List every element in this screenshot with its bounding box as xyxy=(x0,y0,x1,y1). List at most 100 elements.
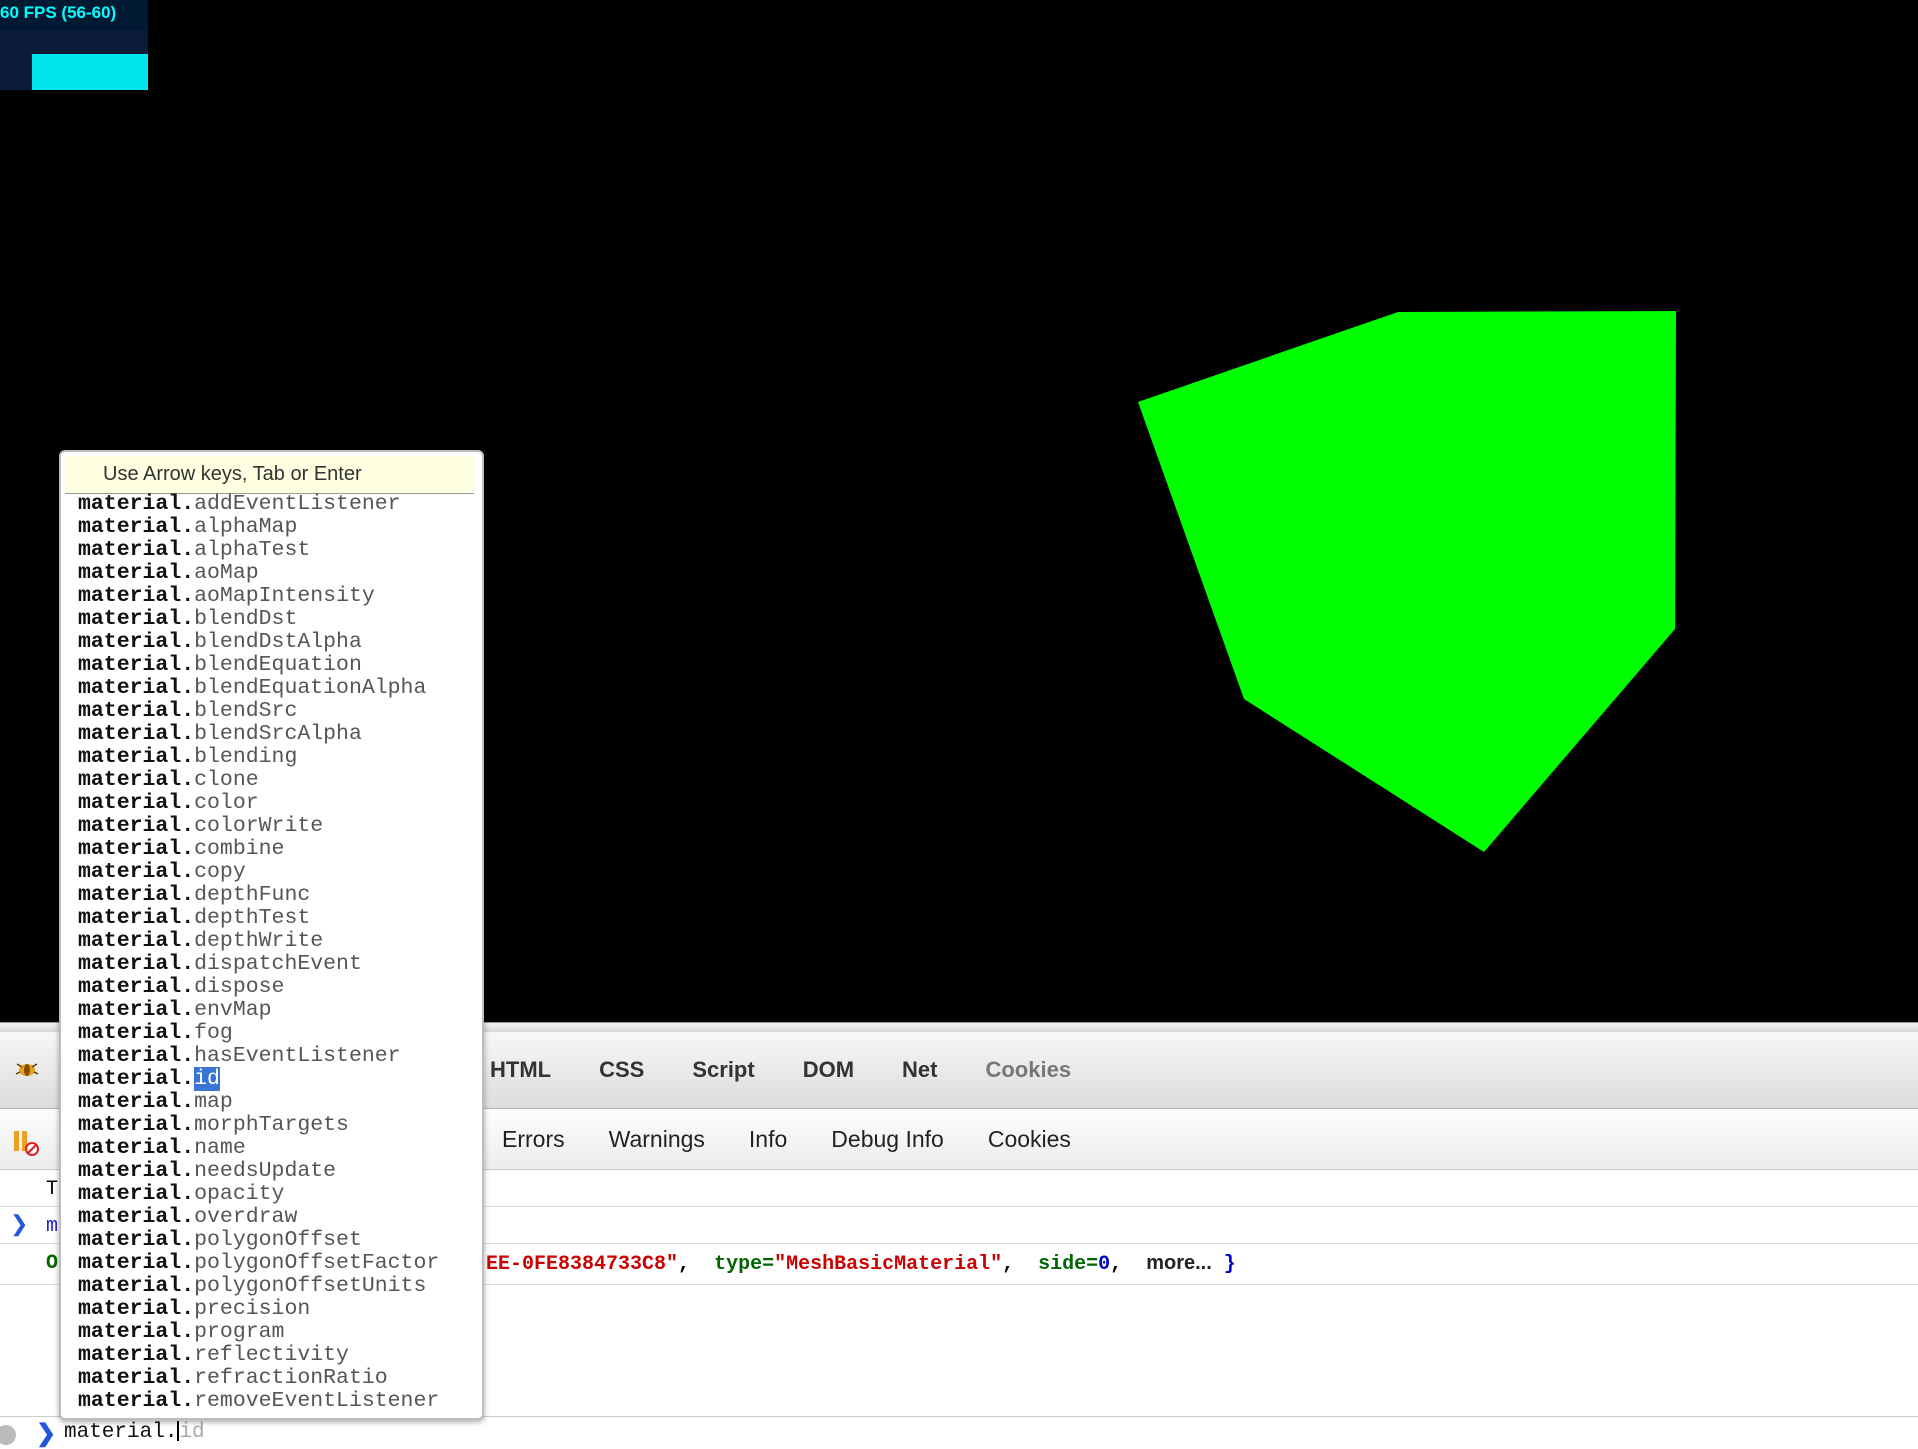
autocomplete-item[interactable]: material.blendEquationAlpha xyxy=(78,677,439,700)
autocomplete-item[interactable]: material.morphTargets xyxy=(78,1114,439,1137)
autocomplete-item[interactable]: material.polygonOffsetUnits xyxy=(78,1275,439,1298)
item-prefix: material. xyxy=(78,676,195,700)
autocomplete-item[interactable]: material.alphaMap xyxy=(78,516,439,539)
autocomplete-item[interactable]: material.color xyxy=(78,792,439,815)
autocomplete-item[interactable]: material.aoMap xyxy=(78,562,439,585)
command-echo-arrow-icon: ❯ xyxy=(10,1211,29,1236)
item-prefix: material. xyxy=(78,952,195,976)
item-property: removeEventListener xyxy=(194,1389,440,1413)
filter-cookies[interactable]: Cookies xyxy=(988,1126,1071,1153)
autocomplete-item[interactable]: material.copy xyxy=(78,861,439,884)
autocomplete-item[interactable]: material.dispatchEvent xyxy=(78,953,439,976)
item-property: blendEquationAlpha xyxy=(194,676,427,700)
command-input[interactable]: material.id xyxy=(64,1421,205,1444)
item-property: aoMapIntensity xyxy=(194,584,375,608)
item-property: id xyxy=(194,1067,220,1091)
tab-html[interactable]: HTML xyxy=(490,1057,551,1083)
item-prefix: material. xyxy=(78,1044,195,1068)
item-property: clone xyxy=(194,768,259,792)
autocomplete-item[interactable]: material.opacity xyxy=(78,1183,439,1206)
filter-info[interactable]: Info xyxy=(749,1126,787,1153)
item-prefix: material. xyxy=(78,1136,195,1160)
autocomplete-item[interactable]: material.needsUpdate xyxy=(78,1160,439,1183)
item-property: depthFunc xyxy=(194,883,311,907)
autocomplete-item[interactable]: material.depthWrite xyxy=(78,930,439,953)
item-prefix: material. xyxy=(78,975,195,999)
autocomplete-item[interactable]: material.blendDst xyxy=(78,608,439,631)
tab-cookies[interactable]: Cookies xyxy=(985,1057,1071,1083)
autocomplete-item[interactable]: material.blendSrc xyxy=(78,700,439,723)
autocomplete-item[interactable]: material.polygonOffsetFactor xyxy=(78,1252,439,1275)
autocomplete-item[interactable]: material.hasEventListener xyxy=(78,1045,439,1068)
filter-warnings[interactable]: Warnings xyxy=(609,1126,705,1153)
item-prefix: material. xyxy=(78,883,195,907)
autocomplete-item[interactable]: material.blending xyxy=(78,746,439,769)
autocomplete-item[interactable]: material.depthFunc xyxy=(78,884,439,907)
fps-stats-panel[interactable]: 60 FPS (56-60) xyxy=(0,0,148,90)
side-value: 0 xyxy=(1098,1253,1111,1276)
command-line[interactable]: ❯ material.id xyxy=(0,1416,1918,1449)
autocomplete-item[interactable]: material.refractionRatio xyxy=(78,1367,439,1390)
item-property: precision xyxy=(194,1297,311,1321)
item-prefix: material. xyxy=(78,814,195,838)
autocomplete-item[interactable]: material.dispose xyxy=(78,976,439,999)
autocomplete-item[interactable]: material.overdraw xyxy=(78,1206,439,1229)
autocomplete-item[interactable]: material.blendEquation xyxy=(78,654,439,677)
filter-debug-info[interactable]: Debug Info xyxy=(831,1126,944,1153)
autocomplete-item[interactable]: material.aoMapIntensity xyxy=(78,585,439,608)
object-summary[interactable]: "EE-0FE8384733C8", type="MeshBasicMateri… xyxy=(474,1252,1236,1276)
autocomplete-item[interactable]: material.blendSrcAlpha xyxy=(78,723,439,746)
pause-break-on-error-icon[interactable] xyxy=(12,1129,42,1157)
firebug-bug-icon[interactable] xyxy=(14,1060,40,1078)
item-property: alphaMap xyxy=(194,515,298,539)
item-property: map xyxy=(194,1090,233,1114)
type-key: type= xyxy=(714,1253,775,1276)
item-property: dispose xyxy=(194,975,285,999)
autocomplete-item[interactable]: material.envMap xyxy=(78,999,439,1022)
autocomplete-item[interactable]: material.colorWrite xyxy=(78,815,439,838)
autocomplete-item[interactable]: material.removeEventListener xyxy=(78,1390,439,1413)
item-property: overdraw xyxy=(194,1205,298,1229)
item-property: dispatchEvent xyxy=(194,952,362,976)
tab-dom[interactable]: DOM xyxy=(803,1057,854,1083)
log-command-text: m xyxy=(46,1215,59,1238)
item-prefix: material. xyxy=(78,1159,195,1183)
autocomplete-item[interactable]: material.polygonOffset xyxy=(78,1229,439,1252)
autocomplete-item[interactable]: material.map xyxy=(78,1091,439,1114)
item-property: blendSrcAlpha xyxy=(194,722,362,746)
autocomplete-item[interactable]: material.blendDstAlpha xyxy=(78,631,439,654)
command-menu-icon[interactable] xyxy=(0,1425,16,1445)
autocomplete-item[interactable]: material.reflectivity xyxy=(78,1344,439,1367)
item-property: polygonOffset xyxy=(194,1228,362,1252)
autocomplete-item[interactable]: material.depthTest xyxy=(78,907,439,930)
autocomplete-item[interactable]: material.combine xyxy=(78,838,439,861)
item-prefix: material. xyxy=(78,607,195,631)
autocomplete-item[interactable]: material.alphaTest xyxy=(78,539,439,562)
filter-errors[interactable]: Errors xyxy=(502,1126,565,1153)
autocomplete-item[interactable]: material.addEventListener xyxy=(78,493,439,516)
item-prefix: material. xyxy=(78,1320,195,1344)
tab-script[interactable]: Script xyxy=(692,1057,754,1083)
autocomplete-item[interactable]: material.id xyxy=(78,1067,439,1091)
item-property: envMap xyxy=(194,998,272,1022)
item-property: alphaTest xyxy=(194,538,311,562)
autocomplete-item[interactable]: material.clone xyxy=(78,769,439,792)
item-property: needsUpdate xyxy=(194,1159,337,1183)
tab-net[interactable]: Net xyxy=(902,1057,937,1083)
item-prefix: material. xyxy=(78,1366,195,1390)
item-prefix: material. xyxy=(78,1343,195,1367)
item-prefix: material. xyxy=(78,1389,195,1413)
autocomplete-item[interactable]: material.program xyxy=(78,1321,439,1344)
type-value: "MeshBasicMaterial" xyxy=(774,1253,1003,1276)
item-property: hasEventListener xyxy=(194,1044,401,1068)
item-prefix: material. xyxy=(78,492,195,516)
more-link[interactable]: more... xyxy=(1146,1252,1212,1274)
autocomplete-item[interactable]: material.fog xyxy=(78,1022,439,1045)
item-prefix: material. xyxy=(78,1205,195,1229)
autocomplete-item[interactable]: material.name xyxy=(78,1137,439,1160)
tab-css[interactable]: CSS xyxy=(599,1057,644,1083)
autocomplete-item[interactable]: material.precision xyxy=(78,1298,439,1321)
item-property: blendDst xyxy=(194,607,298,631)
item-prefix: material. xyxy=(78,1251,195,1275)
item-property: name xyxy=(194,1136,246,1160)
